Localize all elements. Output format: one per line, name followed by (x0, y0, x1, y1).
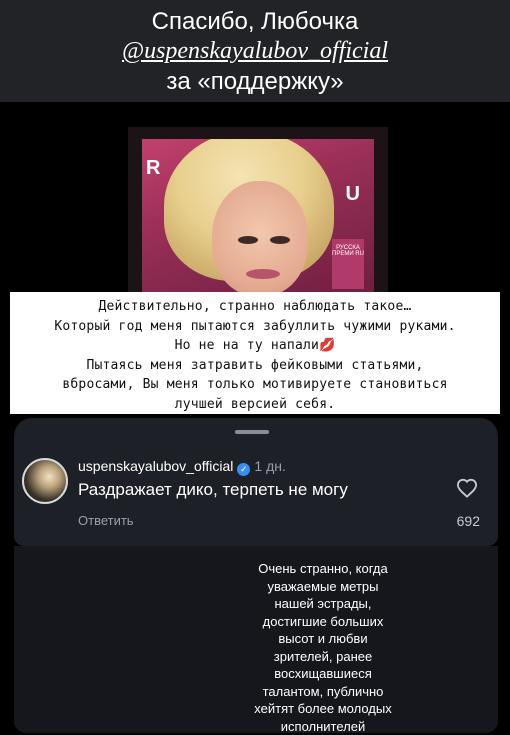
quote-line: восхищавшиеся (248, 665, 398, 683)
comment-meta: uspenskayalubov_official ✓ 1 дн. (78, 458, 286, 476)
story-header: Спасибо, Любочка @uspenskayalubov_offici… (0, 0, 510, 102)
header-mention-link[interactable]: @uspenskayalubov_official (0, 38, 510, 65)
comment-text: Раздражает дико, терпеть не могу (78, 480, 348, 500)
caption-line: Пытаясь меня затравить фейковыми статьям… (10, 356, 500, 376)
quote-line: исполнителей (248, 718, 398, 735)
reply-button[interactable]: Ответить (78, 513, 134, 528)
backdrop-sign-u: U (346, 183, 360, 206)
heart-icon[interactable] (456, 478, 478, 503)
comment-username[interactable]: uspenskayalubov_official (78, 458, 233, 474)
quote-line: достигшие больших (248, 613, 398, 631)
header-thanks-text: Спасибо, Любочка (0, 8, 510, 36)
portrait-eye-right (270, 236, 290, 244)
portrait-photo: R U РУССКА ПРЕМИ RU (142, 139, 374, 292)
backdrop-sign-box: РУССКА ПРЕМИ RU (332, 239, 364, 289)
quote-line: уважаемые метры (248, 578, 398, 596)
caption-line: Который год меня пытаются забуллить чужи… (10, 317, 500, 337)
comment-time: 1 дн. (254, 458, 285, 474)
like-count: 692 (457, 513, 480, 529)
caption-line: Действительно, странно наблюдать такое… (10, 297, 500, 317)
overlay-quote: Очень странно, когда уважаемые метры наш… (248, 560, 398, 735)
quote-line: хейтят более молодых (248, 700, 398, 718)
caption-line: вбросами, Вы меня только мотивируете ста… (10, 375, 500, 395)
quote-line: Очень странно, когда (248, 560, 398, 578)
backdrop-sign-r: R (146, 157, 160, 180)
quote-line: нашей эстрады, (248, 595, 398, 613)
quote-line: талантом, публично (248, 683, 398, 701)
caption-line: лучшей версией себя. (10, 395, 500, 415)
photo-frame: R U РУССКА ПРЕМИ RU (128, 127, 388, 292)
drag-handle[interactable] (235, 430, 269, 434)
quote-line: высот и любви (248, 630, 398, 648)
story-caption: Действительно, странно наблюдать такое… … (10, 292, 500, 414)
portrait-lips (246, 269, 280, 279)
portrait-eye-left (238, 236, 258, 244)
comment-card: uspenskayalubov_official ✓ 1 дн. Раздражае… (14, 418, 498, 546)
portrait-face (212, 181, 308, 292)
avatar[interactable] (22, 458, 68, 504)
verified-icon: ✓ (237, 463, 250, 476)
caption-line: Но не на ту напали💋 (10, 336, 500, 356)
quote-line: зрителей, ранее (248, 648, 398, 666)
header-support-text: за «поддержку» (0, 68, 510, 96)
